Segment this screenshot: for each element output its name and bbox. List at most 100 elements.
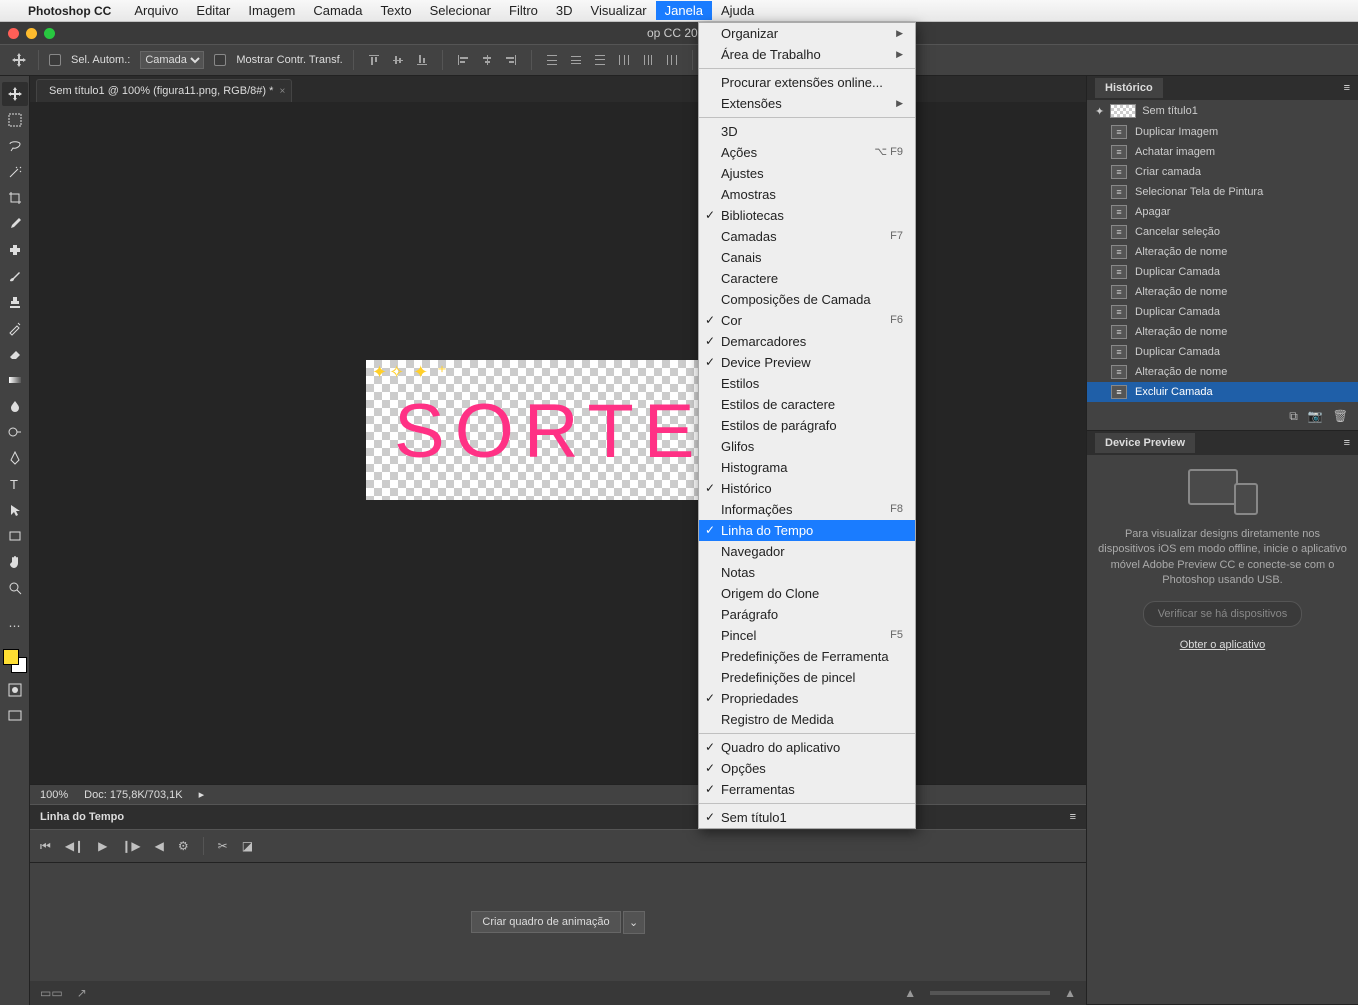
menu-item[interactable]: Área de Trabalho <box>699 44 915 65</box>
menu-item[interactable]: CorF6 <box>699 310 915 331</box>
history-state[interactable]: ≡Alteração de nome <box>1087 362 1358 382</box>
menu-item[interactable]: Caractere <box>699 268 915 289</box>
menu-item[interactable]: PincelF5 <box>699 625 915 646</box>
history-state[interactable]: ≡Duplicar Camada <box>1087 262 1358 282</box>
status-arrow-icon[interactable]: ▸ <box>199 788 205 801</box>
align-hcenter-icon[interactable] <box>477 50 497 70</box>
menu-item[interactable]: Opções <box>699 758 915 779</box>
menu-item[interactable]: Organizar <box>699 23 915 44</box>
history-state[interactable]: ≡Selecionar Tela de Pintura <box>1087 182 1358 202</box>
history-brush-tool[interactable] <box>2 316 28 340</box>
shape-tool[interactable] <box>2 524 28 548</box>
menu-item[interactable]: CamadasF7 <box>699 226 915 247</box>
menu-item[interactable]: Sem título1 <box>699 807 915 828</box>
menu-item[interactable]: Amostras <box>699 184 915 205</box>
history-state[interactable]: ≡Achatar imagem <box>1087 142 1358 162</box>
history-state[interactable]: ≡Duplicar Camada <box>1087 302 1358 322</box>
window-close-button[interactable] <box>8 28 19 39</box>
path-select-tool[interactable] <box>2 498 28 522</box>
menu-texto[interactable]: Texto <box>371 1 420 20</box>
edit-toolbar-button[interactable]: ⋯ <box>2 614 28 638</box>
get-app-link[interactable]: Obter o aplicativo <box>1180 639 1266 651</box>
menu-item[interactable]: Estilos de parágrafo <box>699 415 915 436</box>
menu-item[interactable]: Navegador <box>699 541 915 562</box>
history-state[interactable]: ≡Alteração de nome <box>1087 282 1358 302</box>
doc-info[interactable]: Doc: 175,8K/703,1K <box>84 789 182 801</box>
settings-icon[interactable]: ⚙ <box>178 839 189 853</box>
menu-item[interactable]: Quadro do aplicativo <box>699 737 915 758</box>
history-state[interactable]: ≡Duplicar Imagem <box>1087 122 1358 142</box>
close-tab-icon[interactable]: × <box>280 86 286 97</box>
history-state[interactable]: ≡Apagar <box>1087 202 1358 222</box>
menu-item[interactable]: Ferramentas <box>699 779 915 800</box>
menu-item[interactable]: Ajustes <box>699 163 915 184</box>
zoom-slider[interactable] <box>930 991 1050 995</box>
menu-item[interactable]: Predefinições de pincel <box>699 667 915 688</box>
history-snapshot[interactable]: ✦Sem título1 <box>1087 100 1358 122</box>
auto-select-checkbox[interactable] <box>49 54 61 66</box>
panel-menu-icon[interactable]: ≡ <box>1344 437 1350 449</box>
menu-ajuda[interactable]: Ajuda <box>712 1 763 20</box>
quickmask-button[interactable] <box>2 678 28 702</box>
scissors-icon[interactable]: ✂ <box>218 839 228 853</box>
document-tab[interactable]: Sem título1 @ 100% (figura11.png, RGB/8#… <box>36 79 292 102</box>
transition-icon[interactable]: ◪ <box>242 839 253 853</box>
menu-item[interactable]: Notas <box>699 562 915 583</box>
menu-janela[interactable]: Janela <box>656 1 712 20</box>
menu-item[interactable]: Predefinições de Ferramenta <box>699 646 915 667</box>
zoom-out-icon[interactable]: ▲ <box>904 986 916 1000</box>
menu-editar[interactable]: Editar <box>187 1 239 20</box>
menu-item[interactable]: Propriedades <box>699 688 915 709</box>
device-preview-title[interactable]: Device Preview <box>1095 433 1195 453</box>
check-devices-button[interactable]: Verificar se há dispositivos <box>1143 601 1303 627</box>
align-right-icon[interactable] <box>501 50 521 70</box>
history-state[interactable]: ≡Excluir Camada <box>1087 382 1358 402</box>
type-tool[interactable]: T <box>2 472 28 496</box>
distribute-top-icon[interactable] <box>542 50 562 70</box>
menu-item[interactable]: Glifos <box>699 436 915 457</box>
last-frame-icon[interactable]: ◀ <box>155 839 164 853</box>
healing-brush-tool[interactable] <box>2 238 28 262</box>
distribute-hcenter-icon[interactable] <box>638 50 658 70</box>
history-state[interactable]: ≡Alteração de nome <box>1087 242 1358 262</box>
menu-selecionar[interactable]: Selecionar <box>421 1 500 20</box>
canvas[interactable]: ✦✧ ✦ ⁺ SORTEIO! <box>366 360 704 500</box>
color-swatches[interactable] <box>2 648 28 676</box>
menu-camada[interactable]: Camada <box>304 1 371 20</box>
menu-item[interactable]: Estilos <box>699 373 915 394</box>
menu-item[interactable]: Estilos de caractere <box>699 394 915 415</box>
menu-item[interactable]: Composições de Camada <box>699 289 915 310</box>
align-top-icon[interactable] <box>364 50 384 70</box>
trash-icon[interactable]: 🗑 <box>1333 409 1348 423</box>
distribute-bottom-icon[interactable] <box>590 50 610 70</box>
zoom-level[interactable]: 100% <box>40 789 68 801</box>
brush-tool[interactable] <box>2 264 28 288</box>
auto-select-dropdown[interactable]: Camada <box>140 51 204 69</box>
first-frame-icon[interactable]: ⏮ <box>40 839 51 854</box>
create-animation-dropdown[interactable]: ⌄ <box>623 911 645 934</box>
distribute-vcenter-icon[interactable] <box>566 50 586 70</box>
menu-item[interactable]: Extensões <box>699 93 915 114</box>
menu-item[interactable]: Registro de Medida <box>699 709 915 730</box>
menu-item[interactable]: Histograma <box>699 457 915 478</box>
menu-3d[interactable]: 3D <box>547 1 582 20</box>
history-state[interactable]: ≡Duplicar Camada <box>1087 342 1358 362</box>
new-snapshot-icon[interactable]: ⧉ <box>1289 409 1298 424</box>
create-animation-button[interactable]: Criar quadro de animação <box>471 911 620 933</box>
app-name[interactable]: Photoshop CC <box>22 2 117 20</box>
lasso-tool[interactable] <box>2 134 28 158</box>
menu-item[interactable]: Bibliotecas <box>699 205 915 226</box>
show-transform-checkbox[interactable] <box>214 54 226 66</box>
hand-tool[interactable] <box>2 550 28 574</box>
menu-item[interactable]: InformaçõesF8 <box>699 499 915 520</box>
zoom-tool[interactable] <box>2 576 28 600</box>
gradient-tool[interactable] <box>2 368 28 392</box>
prev-frame-icon[interactable]: ◀❙ <box>65 839 84 853</box>
menu-item[interactable]: Procurar extensões online... <box>699 72 915 93</box>
next-frame-icon[interactable]: ❙▶ <box>121 839 140 853</box>
window-minimize-button[interactable] <box>26 28 37 39</box>
move-tool[interactable] <box>2 82 28 106</box>
history-state[interactable]: ≡Alteração de nome <box>1087 322 1358 342</box>
panel-menu-icon[interactable]: ≡ <box>1344 82 1350 94</box>
stamp-tool[interactable] <box>2 290 28 314</box>
